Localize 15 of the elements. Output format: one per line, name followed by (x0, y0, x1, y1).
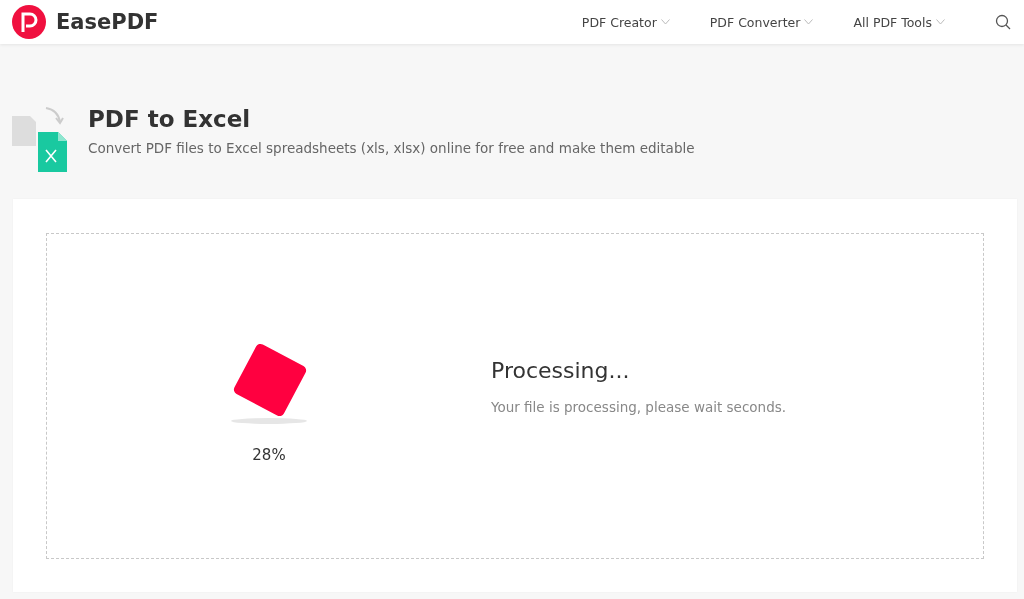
nav-menu[interactable]: PDF Creator (581, 14, 670, 30)
pdf-to-excel-icon (12, 106, 68, 172)
nav-menu[interactable]: PDF Converter (709, 14, 814, 30)
page-subtitle: Convert PDF files to Excel spreadsheets (xls, xlsx) online for free and make them editable (88, 140, 695, 156)
nav-menu[interactable]: All PDF Tools (853, 14, 945, 30)
search-icon[interactable] (995, 14, 1011, 30)
progress-percent: 28% (252, 446, 286, 464)
status-message: Your file is processing, please wait seconds. (491, 398, 787, 415)
caret-icon (936, 19, 945, 25)
caret-icon (660, 19, 670, 25)
caret-icon (804, 19, 814, 25)
status-heading: Processing... (491, 357, 631, 383)
brand-name[interactable]: EasePDF (56, 10, 159, 34)
page-title: PDF to Excel (88, 106, 252, 132)
logo-icon[interactable] (12, 5, 46, 39)
